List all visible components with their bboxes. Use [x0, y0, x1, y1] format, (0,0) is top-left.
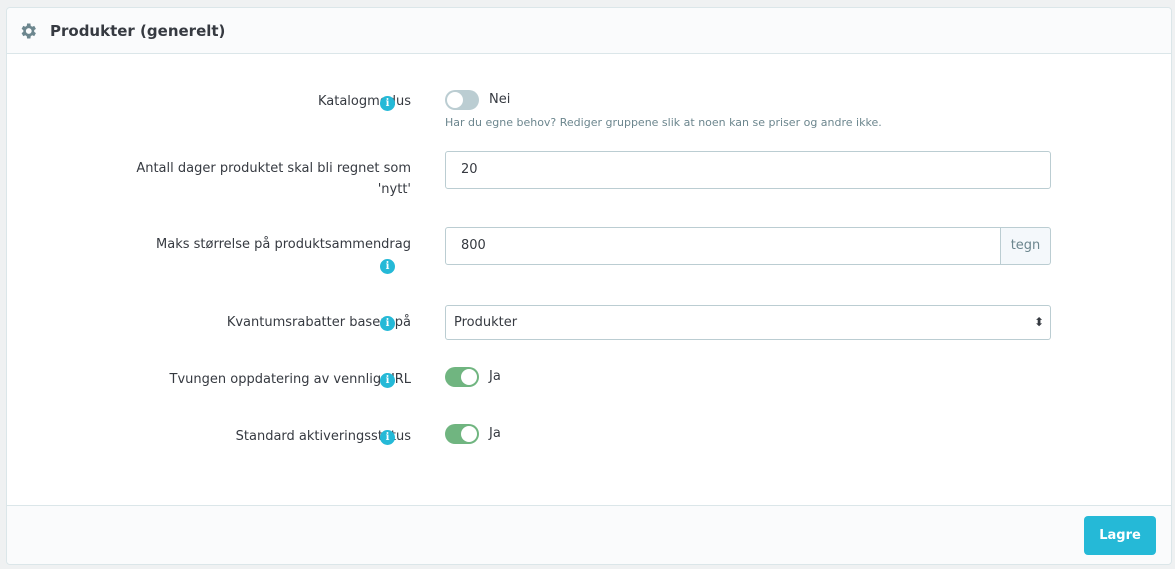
products-general-panel: Produkter (generelt) Katalogmodus i Nei … [6, 7, 1172, 565]
select-caret-icon: ⬍ [1033, 315, 1044, 329]
info-icon[interactable]: i [380, 373, 395, 388]
toggle-knob [461, 426, 477, 442]
toggle-knob [447, 92, 463, 108]
info-icon[interactable]: i [380, 430, 395, 445]
catalog-mode-toggle[interactable] [445, 90, 479, 110]
summary-size-input[interactable]: 800 [445, 227, 1001, 265]
gear-icon [21, 23, 36, 38]
new-days-label-line1: Antall dager produktet skal bli regnet s… [136, 161, 411, 176]
summary-size-label: Maks størrelse på produktsammendrag [156, 237, 411, 252]
default-activation-toggle[interactable] [445, 424, 479, 444]
catalog-mode-help: Har du egne behov? Rediger gruppene slik… [445, 116, 882, 129]
info-icon[interactable]: i [380, 316, 395, 331]
info-icon[interactable]: i [380, 96, 395, 111]
summary-size-unit: tegn [1001, 227, 1051, 265]
catalog-mode-state: Nei [489, 92, 511, 107]
default-activation-state: Ja [489, 426, 501, 441]
panel-footer: Lagre [7, 505, 1171, 564]
force-url-toggle[interactable] [445, 367, 479, 387]
new-days-input[interactable]: 20 [445, 151, 1051, 189]
quantity-discount-select[interactable]: Produkter ⬍ [445, 305, 1051, 340]
panel-header: Produkter (generelt) [7, 8, 1171, 54]
force-url-state: Ja [489, 369, 501, 384]
toggle-knob [461, 369, 477, 385]
force-url-label: Tvungen oppdatering av vennlig URL [169, 372, 411, 387]
save-button[interactable]: Lagre [1084, 516, 1156, 555]
catalog-mode-label: Katalogmodus [317, 94, 411, 109]
panel-title: Produkter (generelt) [50, 21, 226, 40]
info-icon[interactable]: i [380, 259, 395, 274]
new-days-label-line2: 'nytt' [377, 182, 411, 197]
quantity-discount-selected: Produkter [454, 315, 518, 330]
